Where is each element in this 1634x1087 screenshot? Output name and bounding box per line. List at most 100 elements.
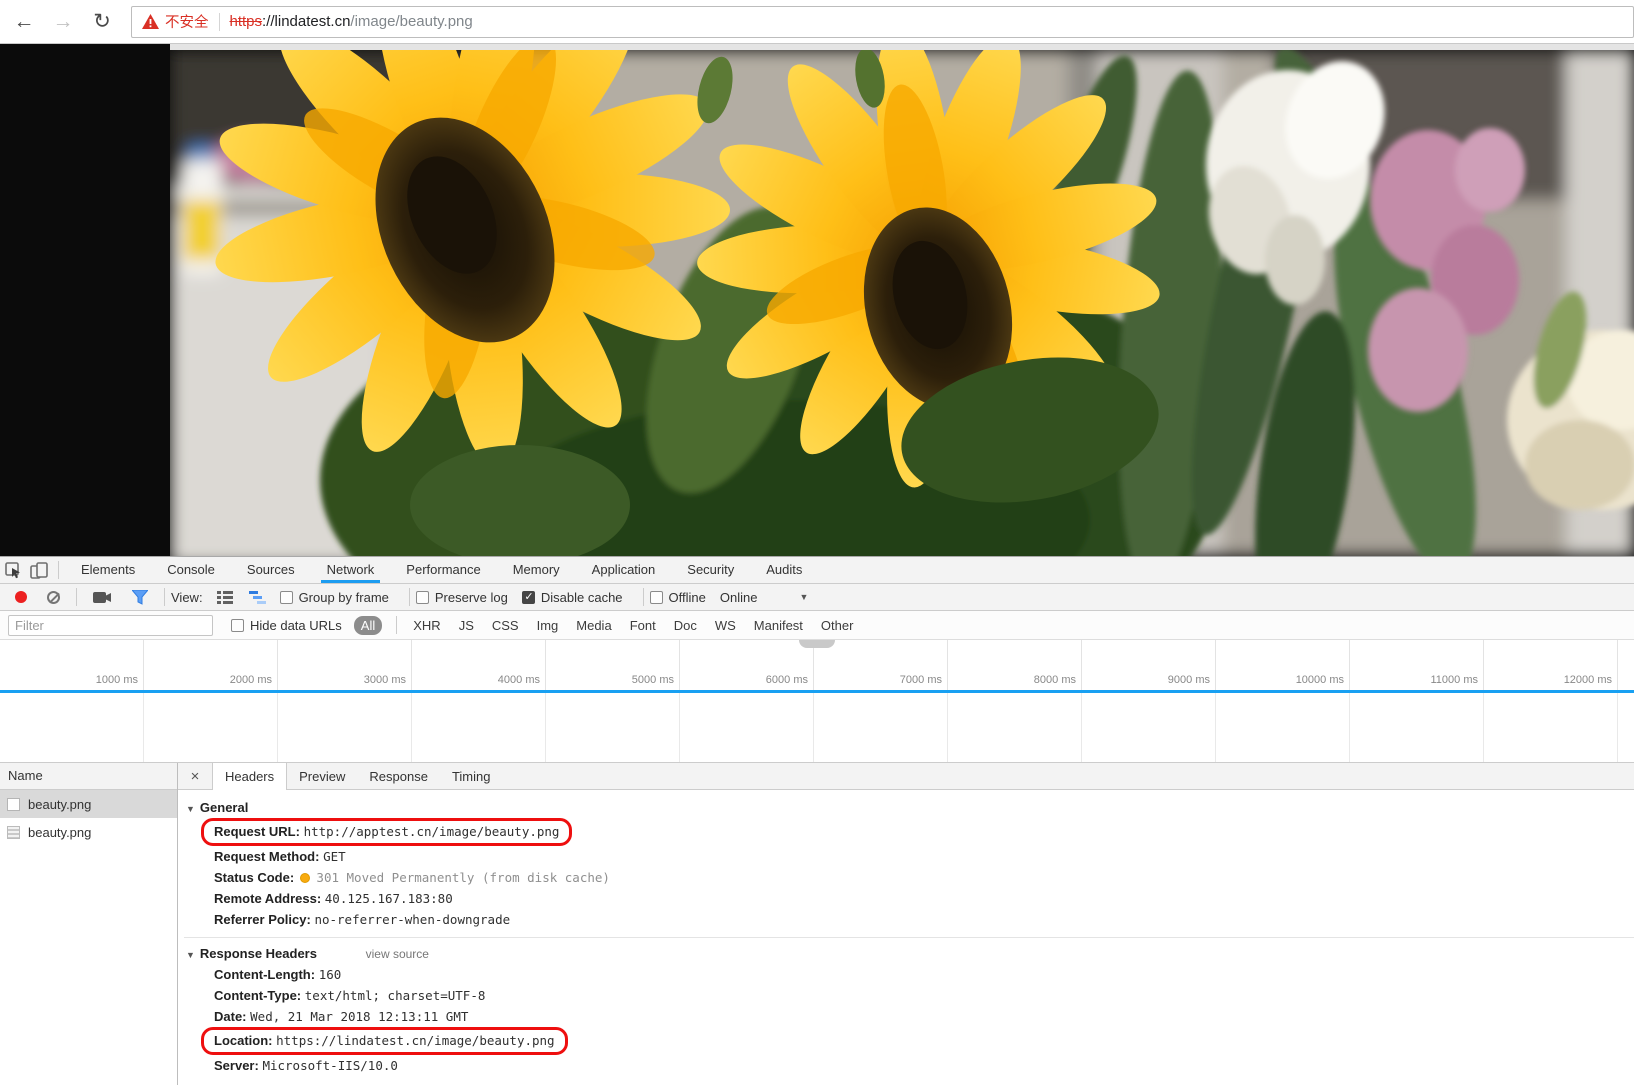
red-annotation-box: Location: https://lindatest.cn/image/bea… <box>201 1027 568 1055</box>
network-overview-ruler[interactable]: 1000 ms 2000 ms 3000 ms 4000 ms 5000 ms … <box>0 640 1634 690</box>
filter-type-media[interactable]: Media <box>576 618 611 633</box>
collapse-triangle-icon: ▼ <box>186 950 195 960</box>
header-row-content-length: Content-Length: 160 <box>184 964 1634 985</box>
reload-icon[interactable]: ↻ <box>87 7 117 37</box>
offline-label[interactable]: Offline <box>669 590 706 605</box>
disable-cache-checkbox[interactable] <box>522 591 535 604</box>
header-row-location: Location: https://lindatest.cn/image/bea… <box>184 1027 1634 1055</box>
close-details-icon[interactable]: × <box>178 763 212 789</box>
request-row-selected[interactable]: beauty.png <box>0 790 177 818</box>
hide-data-urls-checkbox[interactable] <box>231 619 244 632</box>
tab-console[interactable]: Console <box>161 557 221 583</box>
preserve-log-label[interactable]: Preserve log <box>435 590 508 605</box>
preserve-log-checkbox[interactable] <box>416 591 429 604</box>
filter-input[interactable] <box>8 615 213 636</box>
section-title: General <box>200 800 248 815</box>
header-label: Request Method: <box>214 849 319 864</box>
header-row-content-type: Content-Type: text/html; charset=UTF-8 <box>184 985 1634 1006</box>
header-label: Server: <box>214 1058 259 1073</box>
details-tab-timing[interactable]: Timing <box>440 763 503 789</box>
name-column-header[interactable]: Name <box>0 763 177 790</box>
toolbar-divider <box>76 588 77 606</box>
address-bar[interactable]: 不安全 https ://lindatest.cn /image/beauty.… <box>131 6 1634 38</box>
filter-type-all[interactable]: All <box>354 616 382 635</box>
filter-type-css[interactable]: CSS <box>492 618 519 633</box>
request-name: beauty.png <box>28 825 91 840</box>
tab-memory[interactable]: Memory <box>507 557 566 583</box>
header-value: text/html; charset=UTF-8 <box>305 988 486 1003</box>
header-label: Location: <box>214 1033 273 1048</box>
filter-type-img[interactable]: Img <box>537 618 559 633</box>
ruler-tick: 12000 ms <box>1564 674 1617 690</box>
section-divider <box>184 937 1634 938</box>
tab-sources[interactable]: Sources <box>241 557 301 583</box>
tab-security[interactable]: Security <box>681 557 740 583</box>
network-filter-row: Hide data URLs All XHR JS CSS Img Media … <box>0 611 1634 640</box>
header-value: http://apptest.cn/image/beauty.png <box>304 824 560 839</box>
url-scheme: https <box>230 13 263 30</box>
device-toolbar-icon[interactable] <box>26 557 52 583</box>
forward-icon[interactable]: → <box>48 7 78 37</box>
header-row-request-url: Request URL: http://apptest.cn/image/bea… <box>184 818 1634 846</box>
filter-type-doc[interactable]: Doc <box>674 618 697 633</box>
throttling-caret-icon[interactable]: ▼ <box>799 592 808 602</box>
header-label: Date: <box>214 1009 247 1024</box>
section-title: Response Headers <box>200 946 317 961</box>
header-value: GET <box>323 849 346 864</box>
toolbar-divider <box>409 588 410 606</box>
response-headers-section-header[interactable]: ▼ Response Headers view source <box>184 942 1634 964</box>
filter-type-ws[interactable]: WS <box>715 618 736 633</box>
ruler-tick: 4000 ms <box>498 674 545 690</box>
header-value: 160 <box>319 967 342 982</box>
capture-screenshots-icon[interactable] <box>93 591 112 604</box>
filter-type-other[interactable]: Other <box>821 618 854 633</box>
details-tab-response[interactable]: Response <box>357 763 440 789</box>
record-icon[interactable] <box>15 591 27 603</box>
tab-network[interactable]: Network <box>321 557 381 583</box>
ruler-tick: 7000 ms <box>900 674 947 690</box>
view-source-link[interactable]: view source <box>366 947 429 961</box>
overview-resize-handle[interactable] <box>799 640 835 648</box>
details-tabbar: × Headers Preview Response Timing <box>178 763 1634 790</box>
inspect-element-icon[interactable] <box>0 557 26 583</box>
page-image-sunflowers <box>0 44 1634 556</box>
disable-cache-label[interactable]: Disable cache <box>541 590 623 605</box>
ruler-tick: 3000 ms <box>364 674 411 690</box>
back-icon[interactable]: ← <box>9 7 39 37</box>
clear-icon[interactable] <box>47 591 60 604</box>
filter-type-xhr[interactable]: XHR <box>413 618 440 633</box>
ruler-tick: 6000 ms <box>766 674 813 690</box>
view-list-icon[interactable] <box>217 591 233 604</box>
collapse-triangle-icon: ▼ <box>186 804 195 814</box>
group-by-frame-label[interactable]: Group by frame <box>299 590 389 605</box>
ruler-tick: 2000 ms <box>230 674 277 690</box>
filter-type-js[interactable]: JS <box>459 618 474 633</box>
request-details-panel: × Headers Preview Response Timing ▼ Gener… <box>178 763 1634 1085</box>
filter-type-font[interactable]: Font <box>630 618 656 633</box>
details-tab-preview[interactable]: Preview <box>287 763 357 789</box>
tab-elements[interactable]: Elements <box>75 557 141 583</box>
offline-checkbox[interactable] <box>650 591 663 604</box>
view-waterfall-icon[interactable] <box>249 591 266 604</box>
request-row[interactable]: beauty.png <box>0 818 177 846</box>
filter-type-manifest[interactable]: Manifest <box>754 618 803 633</box>
waterfall-area <box>0 693 1634 763</box>
header-label: Remote Address: <box>214 891 321 906</box>
header-label: Content-Type: <box>214 988 301 1003</box>
header-value: Microsoft-IIS/10.0 <box>262 1058 397 1073</box>
details-tab-headers[interactable]: Headers <box>212 763 287 790</box>
header-value: 301 Moved Permanently (from disk cache) <box>316 870 610 885</box>
tab-application[interactable]: Application <box>586 557 662 583</box>
headers-content: ▼ General Request URL: http://apptest.cn/… <box>178 790 1634 1076</box>
hide-data-urls-label[interactable]: Hide data URLs <box>250 618 342 633</box>
throttling-select[interactable]: Online <box>720 590 758 605</box>
network-toolbar: View: Group by frame Preserve log Disabl… <box>0 584 1634 611</box>
header-row-request-method: Request Method: GET <box>184 846 1634 867</box>
ruler-tick: 1000 ms <box>96 674 143 690</box>
group-by-frame-checkbox[interactable] <box>280 591 293 604</box>
general-section-header[interactable]: ▼ General <box>184 796 1634 818</box>
filter-icon[interactable] <box>132 590 148 605</box>
tab-audits[interactable]: Audits <box>760 557 808 583</box>
sunflower-photo <box>170 50 1634 556</box>
tab-performance[interactable]: Performance <box>400 557 486 583</box>
